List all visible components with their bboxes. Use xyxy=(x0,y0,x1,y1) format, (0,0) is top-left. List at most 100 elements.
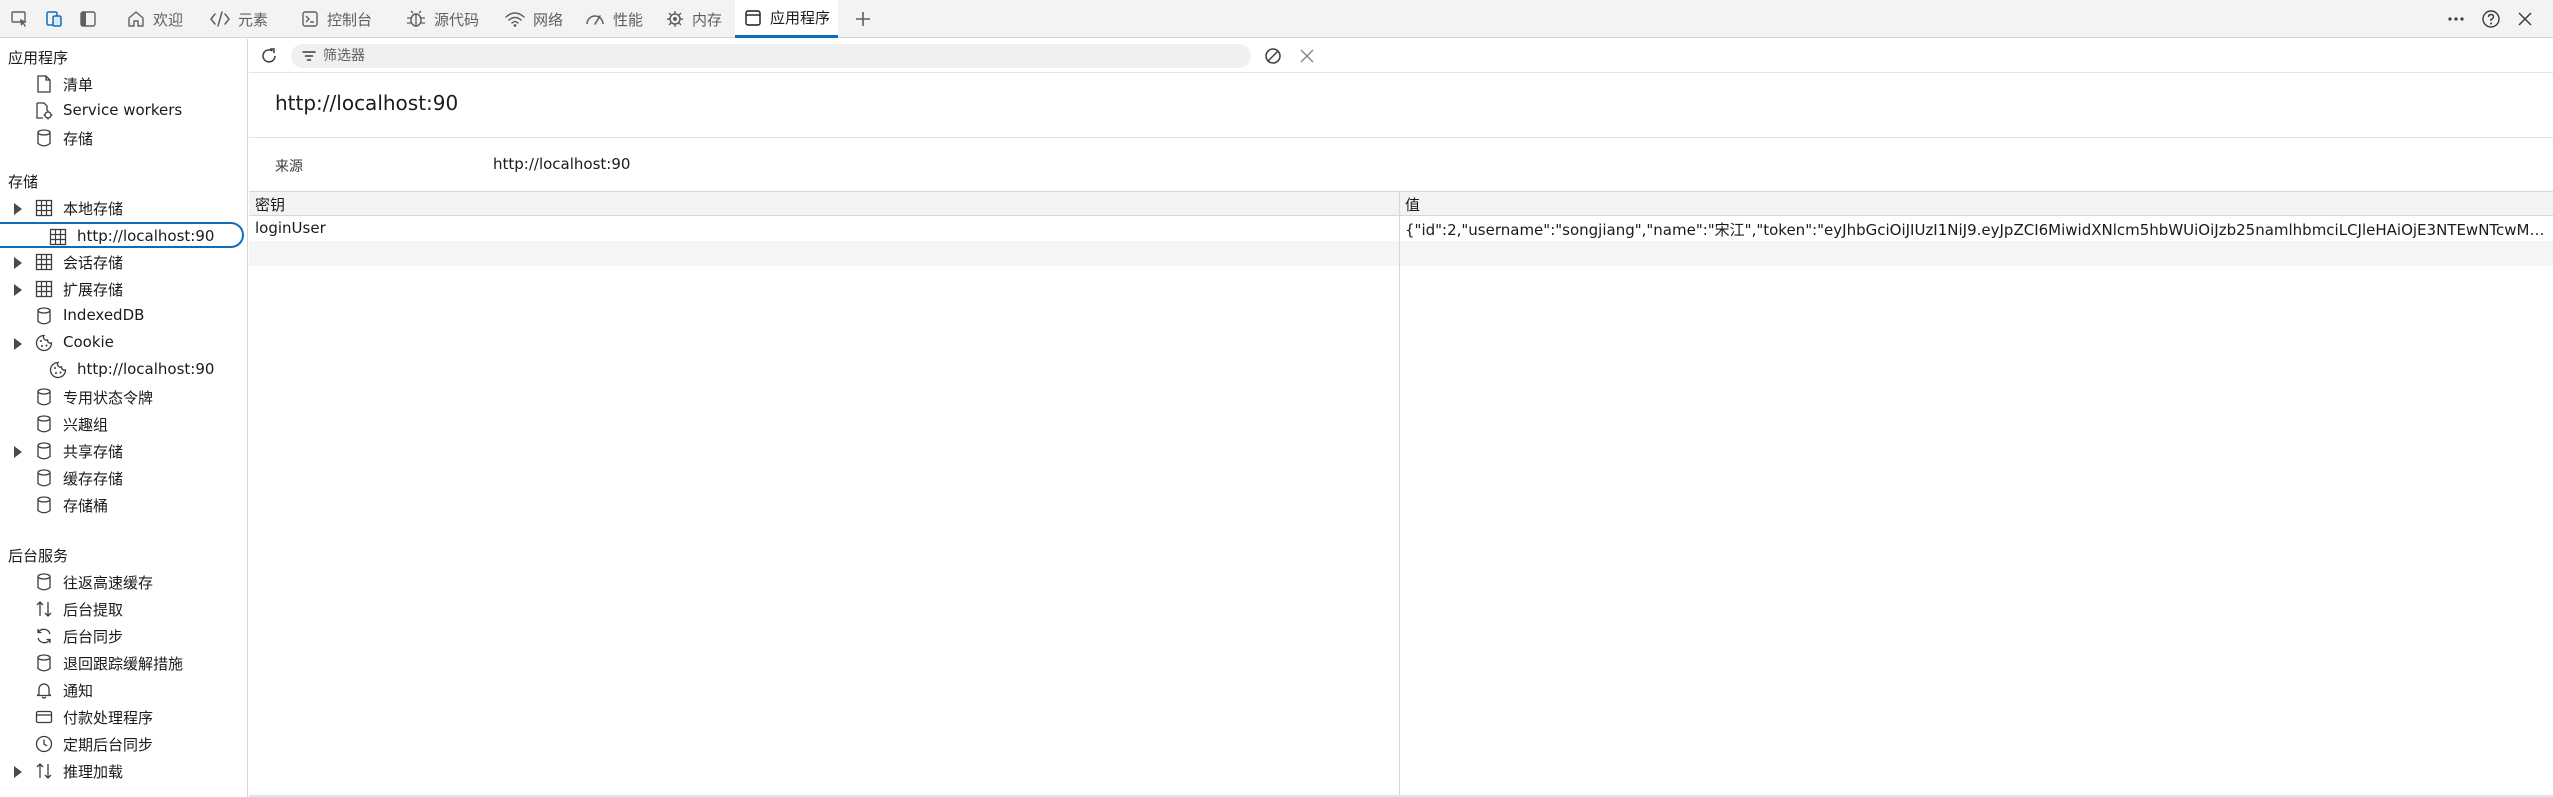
bug-icon xyxy=(407,10,425,27)
sidebar-item-label: Service workers xyxy=(63,101,183,119)
device-emulation-icon[interactable] xyxy=(41,6,67,32)
clear-all-button[interactable] xyxy=(1261,44,1285,68)
service-worker-icon xyxy=(34,101,54,121)
sidebar-item-local-storage-origin[interactable]: http://localhost:90 xyxy=(0,222,244,248)
tab-performance[interactable]: 性能 xyxy=(576,0,651,38)
sidebar-item-session-storage[interactable]: 会话存储 xyxy=(0,249,244,275)
sidebar-item-cookie-origin[interactable]: http://localhost:90 xyxy=(0,357,244,383)
sidebar-item-label: 后台同步 xyxy=(63,628,124,646)
table-row-empty[interactable] xyxy=(249,241,2553,266)
expand-caret-icon[interactable] xyxy=(14,284,22,296)
sidebar-item-label: http://localhost:90 xyxy=(77,227,215,245)
tab-console[interactable]: 控制台 xyxy=(292,0,380,38)
column-header-value[interactable]: 值 xyxy=(1405,194,1420,215)
sidebar-item-label: 本地存储 xyxy=(63,200,124,218)
expand-caret-icon[interactable] xyxy=(14,257,22,269)
delete-selected-button[interactable] xyxy=(1295,44,1319,68)
sidebar-item-bounce-tracking-mitigations[interactable]: 退回跟踪缓解措施 xyxy=(0,650,244,676)
tab-label: 内存 xyxy=(692,10,723,29)
sidebar-item-label: 共享存储 xyxy=(63,443,124,461)
sidebar-item-label: 存储 xyxy=(63,130,94,148)
sidebar-item-speculative-loads[interactable]: 推理加载 xyxy=(0,758,244,784)
database-icon xyxy=(34,468,54,488)
sidebar-item-notifications[interactable]: 通知 xyxy=(0,677,244,703)
sidebar-item-label: 往返高速缓存 xyxy=(63,574,154,592)
help-button[interactable] xyxy=(2477,5,2505,33)
sidebar-item-cookie[interactable]: Cookie xyxy=(0,330,244,356)
table-row[interactable]: loginUser {"id":2,"username":"songjiang"… xyxy=(249,216,2553,241)
tab-sources[interactable]: 源代码 xyxy=(397,0,487,38)
sidebar-item-label: IndexedDB xyxy=(63,306,145,324)
sidebar-item-service-workers[interactable]: Service workers xyxy=(0,98,244,124)
sidebar-item-label: 存储桶 xyxy=(63,497,109,515)
table-grid-icon xyxy=(34,252,54,272)
sidebar-item-indexeddb[interactable]: IndexedDB xyxy=(0,303,244,329)
expand-caret-icon[interactable] xyxy=(14,338,22,350)
up-down-arrows-icon xyxy=(34,761,54,781)
sidebar-item-label: 定期后台同步 xyxy=(63,736,154,754)
table-grid-icon xyxy=(34,198,54,218)
sidebar-group-application: 应用程序 xyxy=(8,49,69,67)
sidebar-item-private-state-tokens[interactable]: 专用状态令牌 xyxy=(0,384,244,410)
sidebar-item-periodic-background-sync[interactable]: 定期后台同步 xyxy=(0,731,244,757)
cookie-icon xyxy=(48,360,68,380)
dock-side-icon[interactable] xyxy=(75,6,101,32)
expand-caret-icon[interactable] xyxy=(14,203,22,215)
help-icon xyxy=(2482,10,2500,28)
database-icon xyxy=(34,306,54,326)
sidebar-item-background-fetch[interactable]: 后台提取 xyxy=(0,596,244,622)
sidebar-item-back-forward-cache[interactable]: 往返高速缓存 xyxy=(0,569,244,595)
home-icon xyxy=(128,11,144,27)
more-options-button[interactable] xyxy=(2442,5,2470,33)
filter-icon xyxy=(302,51,316,61)
sidebar-item-label: 专用状态令牌 xyxy=(63,389,154,407)
sidebar-item-cache-storage[interactable]: 缓存存储 xyxy=(0,465,244,491)
sidebar-item-storage-buckets[interactable]: 存储桶 xyxy=(0,492,244,518)
sidebar-item-shared-storage[interactable]: 共享存储 xyxy=(0,438,244,464)
origin-title: http://localhost:90 xyxy=(275,91,459,115)
refresh-button[interactable] xyxy=(257,44,281,68)
key-value-table: 密钥 值 loginUser {"id":2,"username":"songj… xyxy=(249,191,2553,797)
sidebar-item-interest-groups[interactable]: 兴趣组 xyxy=(0,411,244,437)
cookie-icon xyxy=(34,333,54,353)
filter-box xyxy=(291,44,1251,68)
close-devtools-button[interactable] xyxy=(2511,5,2539,33)
database-icon xyxy=(34,495,54,515)
column-divider[interactable] xyxy=(1399,192,1400,797)
table-header: 密钥 值 xyxy=(249,192,2553,216)
tab-label: 元素 xyxy=(238,10,269,29)
expand-caret-icon[interactable] xyxy=(14,446,22,458)
tab-welcome[interactable]: 欢迎 xyxy=(118,0,191,38)
origin-value: http://localhost:90 xyxy=(493,155,631,173)
sync-icon xyxy=(34,626,54,646)
inspect-element-icon[interactable] xyxy=(7,6,33,32)
sidebar-item-local-storage[interactable]: 本地存储 xyxy=(0,195,244,221)
up-down-arrows-icon xyxy=(34,599,54,619)
close-icon xyxy=(1300,49,1314,63)
database-icon xyxy=(34,653,54,673)
tab-application[interactable]: 应用程序 xyxy=(735,0,839,38)
sidebar-item-label: Cookie xyxy=(63,333,114,351)
sidebar-item-extension-storage[interactable]: 扩展存储 xyxy=(0,276,244,302)
column-header-key[interactable]: 密钥 xyxy=(255,194,285,215)
tab-label: 应用程序 xyxy=(770,9,831,27)
filter-input[interactable] xyxy=(323,46,1223,66)
sidebar-item-label: 通知 xyxy=(63,682,94,700)
sidebar-item-label: 会话存储 xyxy=(63,254,124,272)
tab-network[interactable]: 网络 xyxy=(496,0,571,38)
sidebar-item-storage-overview[interactable]: 存储 xyxy=(0,125,244,151)
application-window-icon xyxy=(745,9,761,26)
tab-elements[interactable]: 元素 xyxy=(201,0,276,38)
tab-memory[interactable]: 内存 xyxy=(657,0,730,38)
divider xyxy=(249,137,2553,138)
add-tab-button[interactable] xyxy=(850,6,876,32)
sidebar-item-manifest[interactable]: 清单 xyxy=(0,71,244,97)
sidebar-item-payment-handler[interactable]: 付款处理程序 xyxy=(0,704,244,730)
tab-label: 源代码 xyxy=(434,10,480,29)
memory-chip-icon xyxy=(667,11,683,27)
expand-caret-icon[interactable] xyxy=(14,766,22,778)
tab-label: 网络 xyxy=(533,10,564,29)
sidebar-item-background-sync[interactable]: 后台同步 xyxy=(0,623,244,649)
clock-icon xyxy=(34,734,54,754)
sidebar-item-label: 推理加载 xyxy=(63,763,124,781)
